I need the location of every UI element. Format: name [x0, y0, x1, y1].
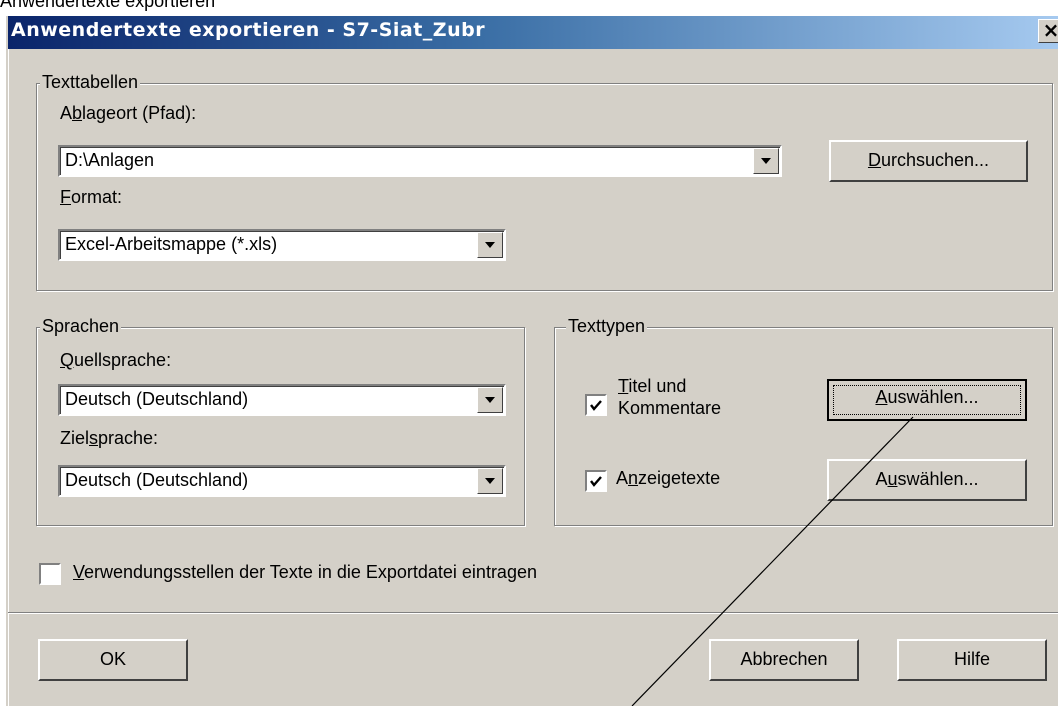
screenshot-stage: Anwendertexte exportieren Anwendertexte …	[0, 0, 1058, 706]
annotation-pointer-line	[631, 416, 914, 706]
